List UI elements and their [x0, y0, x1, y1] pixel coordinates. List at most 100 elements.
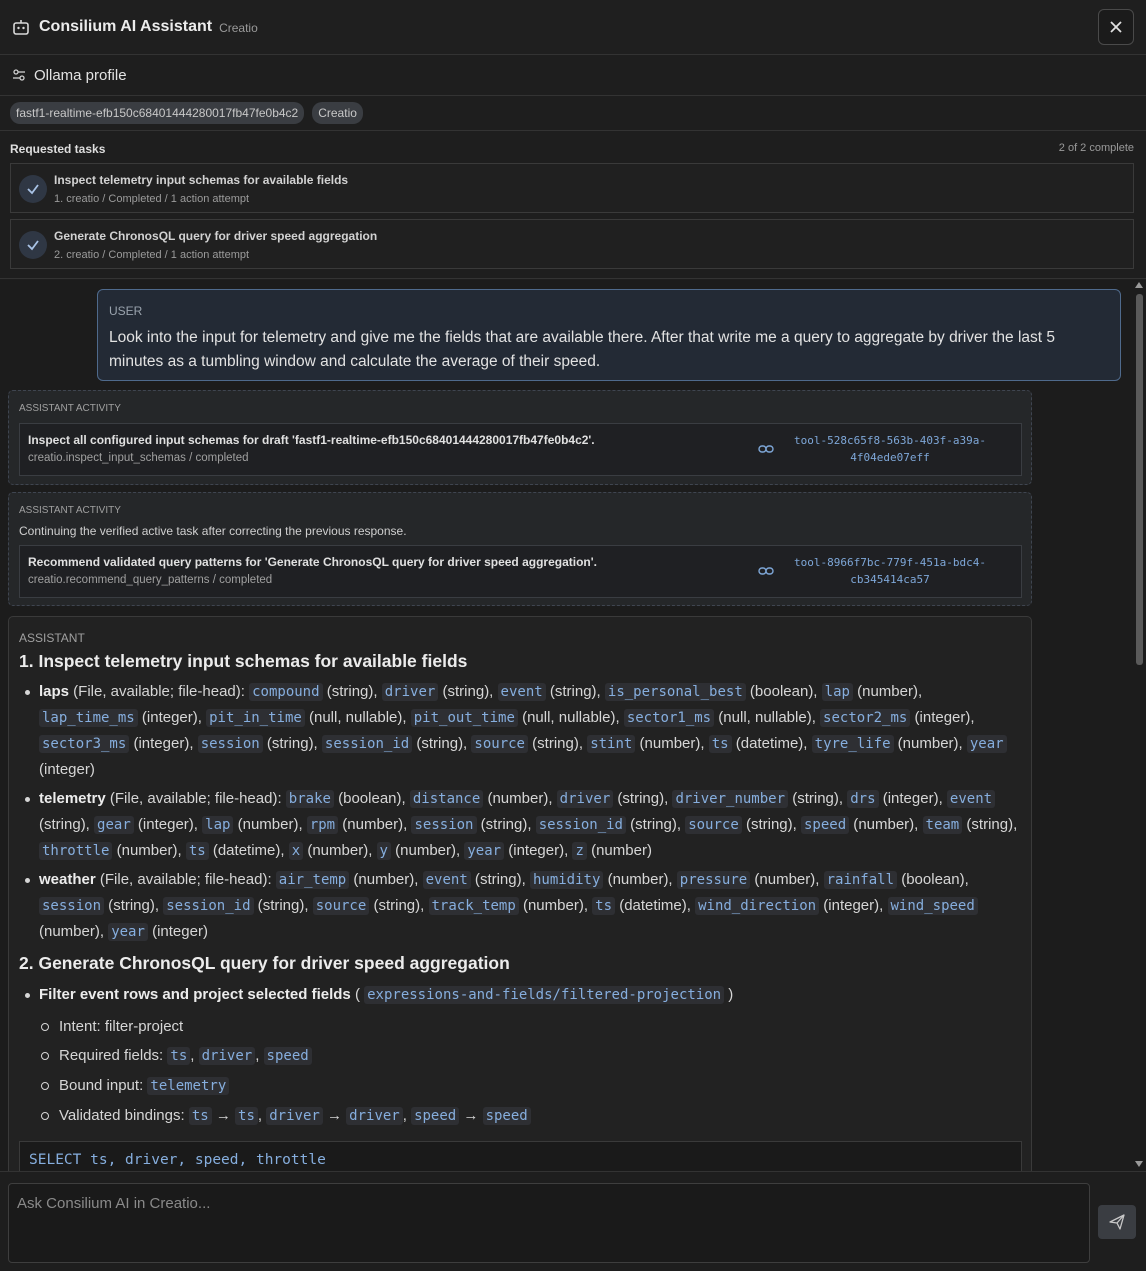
pattern-path[interactable]: expressions-and-fields/filtered-projecti…: [364, 986, 725, 1004]
field-name: stint: [587, 735, 636, 753]
message-text: Look into the input for telemetry and gi…: [109, 329, 1056, 370]
field-name: y: [376, 842, 391, 860]
field-type: string: [271, 735, 309, 752]
field-type: number: [358, 871, 410, 888]
link-icon[interactable]: [758, 442, 774, 456]
field-name: rpm: [306, 816, 339, 834]
pattern-title: Filter event rows and project selected f…: [39, 986, 351, 1003]
field-name: compound: [249, 683, 323, 701]
field-name: lap: [202, 816, 234, 834]
field-name: session: [39, 897, 105, 915]
field-name: x: [288, 842, 304, 860]
field-name: humidity: [529, 871, 604, 889]
workspace-chip[interactable]: Creatio: [312, 102, 363, 124]
field-type: integer: [513, 842, 560, 859]
field-name: driver: [556, 790, 614, 808]
requested-tasks: Requested tasks 2 of 2 complete Inspect …: [0, 131, 1146, 279]
schema-name: weather: [39, 871, 96, 888]
task-title: Generate ChronosQL query for driver spee…: [54, 229, 378, 243]
assistant-activity: ASSISTANT ACTIVITY Continuing the verifi…: [8, 492, 1032, 606]
field-type: string: [797, 790, 834, 807]
field-type: string: [485, 816, 523, 833]
field-name: source: [685, 816, 742, 834]
assistant-message: ASSISTANT 1. Inspect telemetry input sch…: [8, 616, 1032, 1171]
field-type: string: [44, 816, 81, 833]
profile-label: Ollama profile: [34, 66, 127, 84]
field-name: session: [411, 816, 477, 834]
schema-item: telemetry (File, available; file-head): …: [19, 786, 1022, 864]
tool-call-card[interactable]: Recommend validated query patterns for '…: [19, 545, 1022, 598]
message-role: USER: [109, 304, 143, 318]
task-item[interactable]: Inspect telemetry input schemas for avai…: [10, 163, 1134, 213]
profile-selector[interactable]: Ollama profile: [0, 55, 1146, 96]
field-type: integer: [138, 735, 185, 752]
user-message: USER Look into the input for telemetry a…: [97, 289, 1121, 381]
field-type: string: [554, 683, 592, 700]
field-name: pit_out_time: [410, 709, 518, 727]
close-icon: [1110, 21, 1122, 33]
field-type: boolean: [754, 683, 809, 700]
field-name: source: [312, 897, 370, 915]
chat-transcript[interactable]: USER Look into the input for telemetry a…: [0, 280, 1132, 1171]
field-name: tyre_life: [811, 735, 894, 753]
field-type: number: [644, 735, 696, 752]
scroll-up-icon[interactable]: [1135, 282, 1143, 288]
list-item: Validated bindings: ts → ts, driver → dr…: [19, 1101, 1022, 1131]
field-type: number: [312, 842, 364, 859]
context-chips: fastf1-realtime-efb150c68401444280017fb4…: [0, 96, 1146, 131]
field-type: null, nullable: [527, 709, 611, 726]
field-type: number: [759, 871, 811, 888]
task-item[interactable]: Generate ChronosQL query for driver spee…: [10, 219, 1134, 269]
field-type: integer: [828, 897, 875, 914]
field-type: datetime: [740, 735, 799, 752]
field-type: integer: [146, 709, 193, 726]
activity-note: Continuing the verified active task afte…: [19, 524, 407, 538]
field-type: number: [492, 790, 544, 807]
field-type: string: [113, 897, 150, 914]
code-block[interactable]: SELECT ts, driver, speed, throttle: [19, 1141, 1022, 1171]
field-name: ts: [185, 842, 209, 860]
link-icon[interactable]: [758, 564, 774, 578]
section-heading: 2. Generate ChronosQL query for driver s…: [19, 953, 510, 973]
field-type: integer: [887, 790, 934, 807]
field-name: year: [108, 923, 148, 941]
field-type: string: [635, 816, 672, 833]
field-type: null, nullable: [723, 709, 807, 726]
field-type: number: [527, 897, 579, 914]
draft-chip[interactable]: fastf1-realtime-efb150c68401444280017fb4…: [10, 102, 305, 124]
pattern-list: Filter event rows and project selected f…: [19, 982, 1022, 1131]
message-role: ASSISTANT: [19, 631, 85, 645]
tasks-count: 2 of 2 complete: [1058, 142, 1134, 154]
field-type: integer: [157, 923, 203, 940]
send-button[interactable]: [1098, 1205, 1136, 1239]
task-title: Inspect telemetry input schemas for avai…: [54, 173, 349, 187]
field-type: string: [331, 683, 369, 700]
tool-call-id[interactable]: tool-528c65f8-563b-403f-a39a- 4f04ede07e…: [790, 432, 990, 466]
scroll-thumb[interactable]: [1136, 294, 1143, 665]
field-type: string: [479, 871, 517, 888]
panel-subtitle: Creatio: [219, 21, 258, 35]
field-name: rainfall: [823, 871, 898, 889]
code-line: SELECT ts, driver, speed, throttle: [29, 1152, 326, 1168]
field-name: is_personal_best: [604, 683, 746, 701]
field-name: event: [946, 790, 996, 808]
field-type: string: [421, 735, 459, 752]
scroll-down-icon[interactable]: [1135, 1161, 1143, 1167]
bot-icon: [13, 20, 29, 35]
field-type: number: [862, 683, 913, 700]
close-button[interactable]: [1098, 9, 1134, 45]
field-type: number: [858, 816, 910, 833]
field-type: number: [121, 842, 173, 859]
field-name: drs: [847, 790, 879, 808]
field-name: year: [966, 735, 1007, 753]
message-input[interactable]: [8, 1183, 1090, 1263]
tool-call-id[interactable]: tool-8966f7bc-779f-451a-bdc4- cb345414ca…: [790, 554, 990, 588]
field-name: throttle: [39, 842, 113, 860]
chat-scrollbar[interactable]: [1132, 280, 1146, 1171]
field-type: boolean: [343, 790, 397, 807]
activity-role: ASSISTANT ACTIVITY: [19, 505, 121, 516]
field-type: number: [242, 816, 294, 833]
field-name: speed: [800, 816, 850, 834]
field-name: sector1_ms: [623, 709, 715, 727]
tool-call-card[interactable]: Inspect all configured input schemas for…: [19, 423, 1022, 476]
